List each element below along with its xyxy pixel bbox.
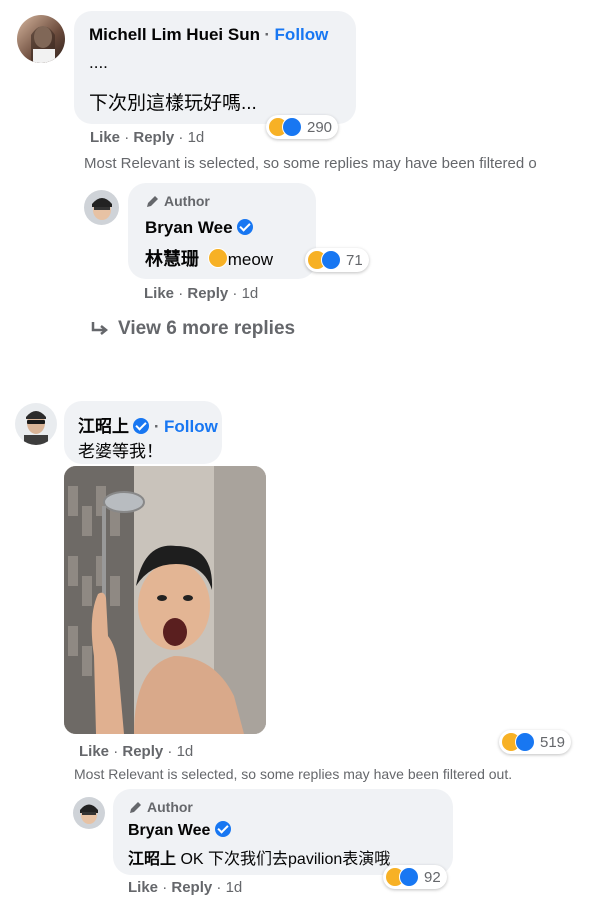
reply-button[interactable]: Reply: [187, 285, 228, 302]
like-button[interactable]: Like: [79, 743, 109, 760]
sad-emoji-icon: [207, 248, 228, 268]
reply-button[interactable]: Reply: [133, 129, 174, 146]
comment-text-line1: ....: [89, 53, 108, 72]
care-emoji-icon: [282, 117, 302, 137]
reaction-count: 71: [346, 251, 363, 269]
verified-badge-icon: [214, 821, 231, 837]
comment-author[interactable]: 江昭上: [78, 417, 129, 436]
reply-text: OK 下次我们去pavilion表演哦: [176, 851, 391, 868]
reply-author[interactable]: Bryan Wee: [145, 218, 233, 237]
follow-button[interactable]: Follow: [164, 417, 218, 436]
reactions-summary[interactable]: 92: [383, 865, 447, 889]
author-badge: Author: [128, 799, 193, 815]
comment-bubble: 江昭上 · Follow 老婆等我！: [64, 401, 222, 464]
view-more-replies[interactable]: View 6 more replies: [90, 318, 295, 340]
avatar-michell[interactable]: [17, 15, 65, 63]
reply-text: meow: [227, 250, 274, 269]
like-button[interactable]: Like: [128, 879, 158, 896]
selfie-image: [64, 466, 266, 734]
avatar-bryan[interactable]: [73, 797, 105, 829]
reply-button[interactable]: Reply: [122, 743, 163, 760]
mention-link[interactable]: 林慧珊: [145, 249, 199, 269]
comment-actions: Like · Reply · 1d: [79, 743, 194, 760]
reaction-count: 290: [307, 118, 333, 136]
author-badge: Author: [145, 193, 210, 209]
reply-timestamp[interactable]: 1d: [226, 879, 243, 896]
reactions-summary[interactable]: 290: [266, 115, 339, 139]
pencil-icon: [130, 801, 141, 813]
pencil-icon: [147, 195, 158, 207]
avatar-photo: [80, 804, 98, 824]
reply-bubble: Author Bryan Wee 林慧珊 meow: [128, 183, 316, 279]
reply-actions: Like · Reply · 1d: [128, 879, 243, 896]
reply-actions: Like · Reply · 1d: [144, 285, 259, 302]
like-button[interactable]: Like: [144, 285, 174, 302]
reply-timestamp[interactable]: 1d: [242, 285, 259, 302]
reply-arrow-icon: [91, 322, 109, 335]
avatar-photo: [92, 198, 112, 220]
comment-author[interactable]: Michell Lim Huei Sun: [89, 25, 260, 44]
follow-button[interactable]: Follow: [275, 25, 329, 44]
comment-photo[interactable]: [64, 466, 266, 734]
avatar-photo: [31, 26, 55, 63]
separator-dot: ·: [264, 25, 271, 44]
reaction-count: 92: [424, 868, 441, 886]
comment-bubble: Michell Lim Huei Sun · Follow .... 下次別這樣…: [74, 11, 356, 124]
reactions-summary[interactable]: 71: [305, 248, 369, 272]
avatar-bryan[interactable]: [84, 190, 119, 225]
mention-link[interactable]: 江昭上: [128, 851, 176, 868]
care-emoji-icon: [399, 867, 419, 887]
reply-author[interactable]: Bryan Wee: [128, 822, 210, 839]
comment-actions: Like · Reply · 1d: [90, 129, 205, 146]
comment-text-line2: 下次別這樣玩好嗎...: [89, 93, 257, 114]
filter-notice: Most Relevant is selected, so some repli…: [74, 766, 513, 782]
reaction-count: 519: [540, 733, 566, 751]
comment-timestamp[interactable]: 1d: [188, 129, 205, 146]
separator-dot: ·: [153, 417, 160, 436]
reactions-summary[interactable]: 519: [499, 730, 572, 754]
comment-timestamp[interactable]: 1d: [177, 743, 194, 760]
reply-bubble: Author Bryan Wee 江昭上 OK 下次我们去pavilion表演哦: [113, 789, 453, 875]
comment-text: 老婆等我！: [78, 442, 163, 461]
care-emoji-icon: [321, 250, 341, 270]
care-emoji-icon: [515, 732, 535, 752]
avatar-photo: [24, 411, 48, 445]
like-button[interactable]: Like: [90, 129, 120, 146]
reply-button[interactable]: Reply: [171, 879, 212, 896]
avatar-jiang[interactable]: [15, 403, 57, 445]
filter-notice: Most Relevant is selected, so some repli…: [84, 155, 537, 172]
verified-badge-icon: [237, 219, 254, 235]
verified-badge-icon: [133, 418, 150, 434]
